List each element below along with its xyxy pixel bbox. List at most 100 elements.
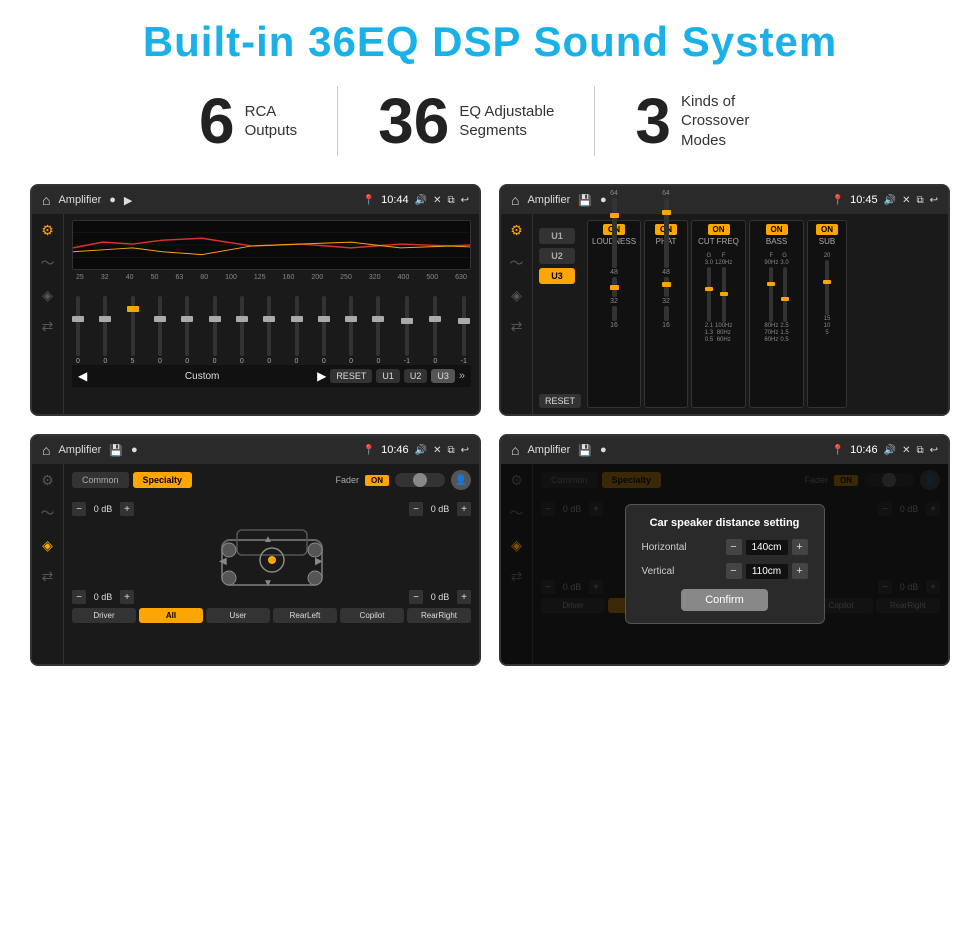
preset-u1[interactable]: U1 [539, 228, 575, 244]
screen1-title: Amplifier [58, 194, 101, 206]
screen2-back: ↩ [930, 195, 938, 206]
rr-plus[interactable]: + [457, 590, 471, 604]
screen4-vol: 🔊 [884, 445, 896, 456]
fr-plus[interactable]: + [457, 502, 471, 516]
bass-on[interactable]: ON [766, 224, 788, 235]
btn-rearleft[interactable]: RearLeft [273, 608, 337, 623]
fader-slider[interactable] [395, 473, 445, 487]
stat-crossover: 3 Kinds ofCrossover Modes [595, 89, 821, 153]
channel-loudness: ON LOUDNESS 64 48 32 16 [587, 220, 641, 408]
crossover-area: U1 U2 U3 RESET ON LOUDNESS 64 [533, 214, 948, 414]
u3-button[interactable]: U3 [431, 369, 455, 383]
preset-u3[interactable]: U3 [539, 268, 575, 284]
speaker-diagram-area: ▲ ▼ ◀ ▶ [72, 520, 471, 590]
vertical-minus[interactable]: − [726, 563, 742, 579]
arrow-icon: ⇄ [42, 318, 54, 335]
rl-plus[interactable]: + [120, 590, 134, 604]
wave-icon3: 〜 [41, 503, 55, 523]
home-icon2: ⌂ [511, 192, 519, 208]
freq-250: 250 [340, 274, 352, 281]
screen2-vol: 🔊 [884, 195, 896, 206]
confirm-button[interactable]: Confirm [681, 589, 768, 611]
cutfreq-on[interactable]: ON [708, 224, 730, 235]
fader-on-btn[interactable]: ON [365, 475, 389, 486]
screen2-topbar-left: ⌂ Amplifier 💾 ● [511, 192, 607, 208]
stat-crossover-number: 3 [635, 89, 671, 153]
crossover-reset[interactable]: RESET [539, 394, 581, 408]
dialog-row-vertical: Vertical − 110cm + [642, 563, 808, 579]
spk-icon2: ◈ [511, 287, 522, 304]
screen4-title: Amplifier [527, 444, 570, 456]
btn-driver[interactable]: Driver [72, 608, 136, 623]
next-button[interactable]: ▶ [317, 369, 326, 383]
screen4-location: 📍 [832, 445, 844, 456]
channel-phat: ON PHAT 64 48 32 16 [644, 220, 688, 408]
screen-eq: ⌂ Amplifier ● ▶ 📍 10:44 🔊 ✕ ⧉ ↩ ⚙ 〜 ◈ ⇄ [30, 184, 481, 416]
sub-on[interactable]: ON [816, 224, 838, 235]
screen2-content: ⚙ 〜 ◈ ⇄ U1 U2 U3 RESET ON LOUDN [501, 214, 948, 414]
fl-minus[interactable]: − [72, 502, 86, 516]
screen2-title: Amplifier [527, 194, 570, 206]
rl-minus[interactable]: − [72, 590, 86, 604]
stat-rca: 6 RCAOutputs [159, 89, 337, 153]
eq-slider-4: 0 [185, 296, 189, 365]
spacer2 [262, 590, 282, 604]
bass-sliders: F 90Hz 80Hz 70Hz 60Hz G 3.0 [764, 249, 788, 339]
eq-slider-2: 5 [131, 296, 135, 365]
screen2-topbar-right: 📍 10:45 🔊 ✕ ⧉ ↩ [832, 194, 938, 206]
stat-crossover-label: Kinds ofCrossover Modes [681, 92, 781, 151]
horizontal-minus[interactable]: − [726, 539, 742, 555]
stat-eq-label: EQ AdjustableSegments [459, 102, 554, 141]
screen-crossover: ⌂ Amplifier 💾 ● 📍 10:45 🔊 ✕ ⧉ ↩ ⚙ 〜 ◈ ⇄ [499, 184, 950, 416]
vertical-plus[interactable]: + [792, 563, 808, 579]
page-header: Built-in 36EQ DSP Sound System [0, 0, 980, 76]
screen-speaker: ⌂ Amplifier 💾 ● 📍 10:46 🔊 ✕ ⧉ ↩ ⚙ 〜 ◈ ⇄ [30, 434, 481, 666]
vertical-value: 110cm [746, 564, 788, 579]
screen3-location: 📍 [363, 445, 375, 456]
stats-row: 6 RCAOutputs 36 EQ AdjustableSegments 3 … [0, 76, 980, 174]
preset-u2[interactable]: U2 [539, 248, 575, 264]
dialog-overlay: Car speaker distance setting Horizontal … [501, 464, 948, 664]
reset-button[interactable]: RESET [330, 369, 372, 383]
tab-common[interactable]: Common [72, 472, 129, 488]
eq-icon2: ⚙ [510, 222, 523, 239]
svg-text:▼: ▼ [263, 578, 273, 589]
u1-button[interactable]: U1 [376, 369, 400, 383]
eq-freq-labels: 25 32 40 50 63 80 100 125 160 200 250 32… [72, 274, 471, 281]
fader-thumb [413, 473, 427, 487]
freq-100: 100 [225, 274, 237, 281]
screen3-topbar-left: ⌂ Amplifier 💾 ● [42, 442, 138, 458]
tab-specialty[interactable]: Specialty [133, 472, 193, 488]
screen2-save: 💾 [578, 194, 592, 207]
horizontal-plus[interactable]: + [792, 539, 808, 555]
screen2-dot: ● [600, 194, 607, 206]
screen2-sq: ⧉ [916, 195, 923, 206]
arrow-icon2: ⇄ [511, 318, 523, 335]
freq-160: 160 [283, 274, 295, 281]
eq-icon: ⚙ [41, 222, 54, 239]
screen4-topbar-left: ⌂ Amplifier 💾 ● [511, 442, 607, 458]
eq-slider-11: 0 [376, 296, 380, 365]
rl-value: 0 dB [89, 592, 117, 602]
prev-button[interactable]: ◀ [78, 369, 87, 383]
btn-all[interactable]: All [139, 608, 203, 623]
top-channel-controls: − 0 dB + − 0 dB + [72, 502, 471, 516]
fl-plus[interactable]: + [120, 502, 134, 516]
rr-minus[interactable]: − [409, 590, 423, 604]
screen2-x: ✕ [902, 195, 910, 206]
preset-label: Custom [91, 371, 313, 382]
screen3-dot: ● [131, 444, 138, 456]
u2-button[interactable]: U2 [404, 369, 428, 383]
screen4-content: ⚙ 〜 ◈ ⇄ Common Specialty Fader ON 👤 [501, 464, 948, 664]
fader-label: Fader [335, 475, 359, 485]
ch-ctrl-fl: − 0 dB + [72, 502, 134, 516]
dialog-vertical-label: Vertical [642, 566, 702, 577]
fader-row: Fader ON 👤 [335, 470, 471, 490]
btn-user[interactable]: User [206, 608, 270, 623]
btn-copilot[interactable]: Copilot [340, 608, 404, 623]
screen3-title: Amplifier [58, 444, 101, 456]
fr-minus[interactable]: − [409, 502, 423, 516]
screen1-dot1: ● [109, 194, 116, 206]
eq-slider-5: 0 [213, 296, 217, 365]
btn-rearright[interactable]: RearRight [407, 608, 471, 623]
